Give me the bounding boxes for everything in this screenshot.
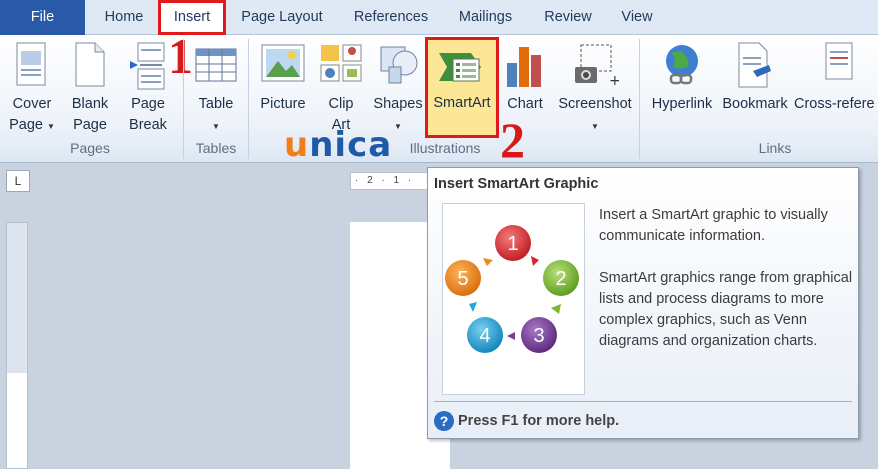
cover-page-button[interactable]: Cover Page ▼ — [6, 37, 58, 137]
page-break-label-2: Break — [129, 117, 167, 133]
bookmark-button[interactable]: Bookmark — [718, 37, 792, 137]
tab-references[interactable]: References — [345, 0, 437, 35]
table-icon — [195, 48, 237, 82]
cover-page-icon — [16, 42, 46, 86]
chevron-down-icon: ▼ — [46, 122, 55, 131]
blank-page-label-2: Page — [73, 117, 107, 133]
horizontal-ruler: · 2 · 1 · — [350, 172, 432, 190]
shapes-button[interactable]: Shapes ▼ — [370, 37, 426, 137]
group-label-tables: Tables — [195, 140, 237, 156]
smartart-label: SmartArt — [433, 95, 491, 111]
group-label-links: Links — [758, 140, 792, 156]
watermark-u: u — [284, 125, 310, 165]
smartart-preview-image: 1 2 3 4 5 — [442, 203, 585, 395]
group-label-pages: Pages — [70, 140, 110, 156]
tooltip-paragraph-2: SmartArt graphics range from graphical l… — [599, 270, 853, 349]
tooltip-description: Insert a SmartArt graphic to visually co… — [599, 205, 854, 373]
hyperlink-icon — [666, 45, 698, 85]
tab-page-layout[interactable]: Page Layout — [232, 0, 332, 35]
cycle-arrow-icon — [469, 302, 477, 312]
svg-text:+: + — [609, 73, 619, 89]
tooltip-divider — [434, 401, 852, 402]
tab-mailings[interactable]: Mailings — [448, 0, 523, 35]
cycle-arrow-icon — [531, 256, 539, 266]
shapes-icon — [380, 46, 418, 84]
cross-reference-icon — [825, 42, 853, 80]
cycle-node-2-number: 2 — [555, 268, 566, 290]
cycle-node-5-number: 5 — [457, 268, 468, 290]
tab-review[interactable]: Review — [536, 0, 600, 35]
cycle-arrow-icon — [507, 332, 515, 340]
picture-button[interactable]: Picture — [254, 37, 312, 137]
group-separator — [639, 39, 640, 159]
cycle-node-3: 3 — [521, 317, 557, 353]
tab-file[interactable]: File — [0, 0, 85, 35]
tooltip-help-text: Press F1 for more help. — [458, 413, 620, 430]
hyperlink-button[interactable]: Hyperlink — [644, 37, 720, 137]
screenshot-label: Screenshot — [558, 96, 632, 112]
cross-reference-label: Cross-refere — [794, 96, 875, 112]
blank-page-button[interactable]: Blank Page — [64, 37, 116, 137]
tooltip-help: ? Press F1 for more help. — [434, 409, 620, 432]
cycle-node-1-number: 1 — [507, 233, 518, 255]
clip-art-button[interactable]: Clip Art — [314, 37, 368, 137]
table-label: Table — [198, 96, 234, 112]
hyperlink-label: Hyperlink — [651, 96, 713, 112]
cycle-node-1: 1 — [495, 225, 531, 261]
cycle-arrow-icon — [551, 304, 561, 314]
tooltip-title: Insert SmartArt Graphic — [434, 176, 599, 192]
tooltip-paragraph-1: Insert a SmartArt graphic to visually co… — [599, 207, 828, 244]
cycle-arrow-icon — [483, 258, 493, 266]
help-icon: ? — [434, 411, 454, 432]
shapes-label: Shapes — [373, 96, 423, 112]
cover-page-label-2: Page — [9, 117, 43, 133]
group-label-illustrations: Illustrations — [409, 140, 481, 156]
blank-page-label-1: Blank — [71, 96, 109, 112]
tab-home[interactable]: Home — [96, 0, 152, 35]
chevron-down-icon: ▼ — [212, 122, 220, 131]
annotation-marker-2: 2 — [500, 112, 525, 168]
cycle-node-4-number: 4 — [479, 325, 490, 347]
screenshot-icon: + — [575, 44, 619, 89]
cycle-node-4: 4 — [467, 317, 503, 353]
clip-art-label-1: Clip — [328, 96, 354, 112]
blank-page-icon — [75, 42, 105, 87]
cycle-node-2: 2 — [543, 260, 579, 296]
cross-reference-button[interactable]: Cross-refere — [794, 37, 878, 137]
vertical-ruler — [6, 222, 28, 469]
smartart-icon — [439, 53, 481, 82]
chevron-down-icon: ▼ — [394, 122, 402, 131]
tab-view[interactable]: View — [612, 0, 662, 35]
clip-art-icon — [320, 44, 362, 82]
page-break-icon — [130, 42, 165, 90]
watermark-nica: nica — [309, 125, 393, 165]
page-break-button[interactable]: Page Break — [122, 37, 174, 137]
cover-page-label-1: Cover — [12, 96, 52, 112]
cycle-node-3-number: 3 — [533, 325, 544, 347]
screenshot-button[interactable]: + Screenshot ▼ — [552, 37, 638, 137]
chart-icon — [507, 47, 541, 87]
smartart-button[interactable]: SmartArt — [425, 37, 499, 138]
bookmark-icon — [738, 42, 771, 88]
bookmark-label: Bookmark — [722, 96, 788, 112]
page-break-label-1: Page — [131, 96, 165, 112]
smartart-cycle-diagram: 1 2 3 4 5 — [445, 225, 579, 353]
unica-watermark: unica — [284, 125, 392, 165]
group-separator — [183, 39, 184, 159]
cycle-node-5: 5 — [445, 260, 481, 296]
tab-selector[interactable]: L — [6, 170, 30, 192]
group-separator — [248, 39, 249, 159]
picture-icon — [261, 44, 305, 82]
vertical-ruler-margin — [7, 223, 27, 373]
chart-label: Chart — [507, 96, 543, 112]
table-button[interactable]: Table ▼ — [190, 37, 242, 137]
picture-label: Picture — [260, 96, 306, 112]
ribbon-tab-bar: File Home Insert Page Layout References … — [0, 0, 878, 35]
ribbon-insert: Cover Page ▼ Blank Page Page Break 1 Pages — [0, 31, 878, 168]
smartart-tooltip: Insert SmartArt Graphic 1 2 3 4 5 Insert… — [427, 167, 859, 439]
chevron-down-icon: ▼ — [591, 122, 599, 131]
